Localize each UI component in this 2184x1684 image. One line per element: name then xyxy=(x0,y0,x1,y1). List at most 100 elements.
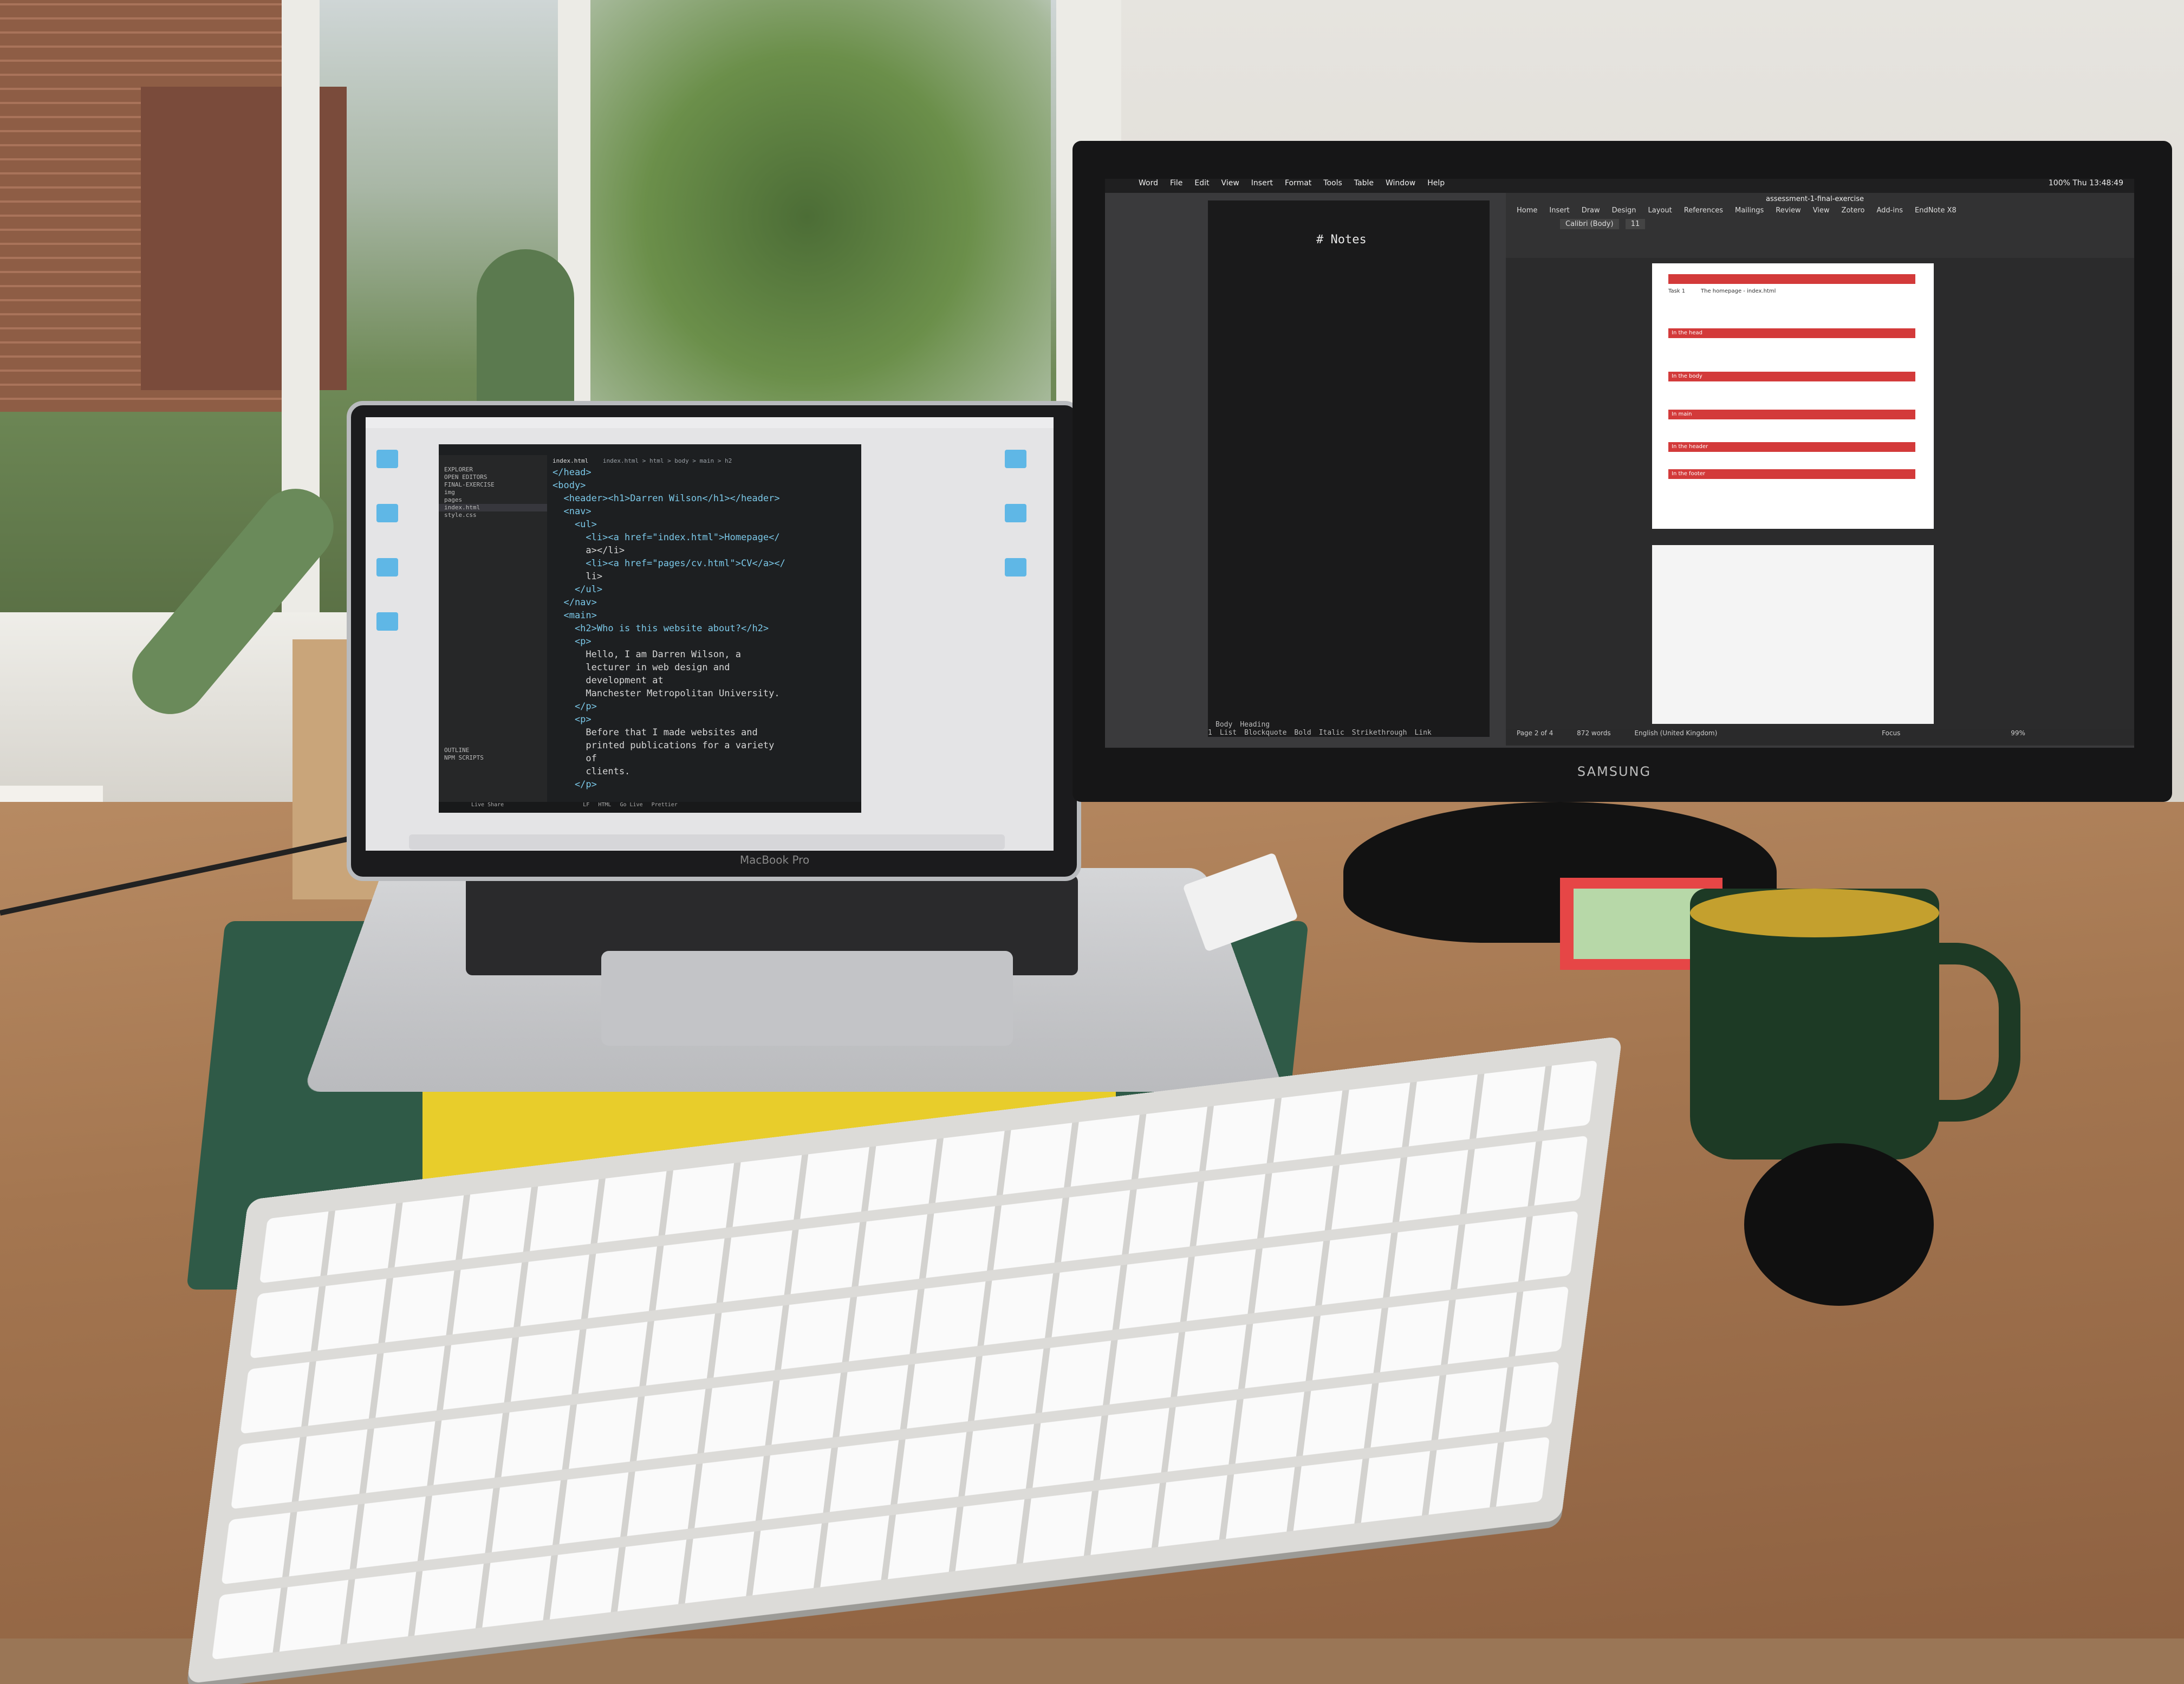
sidebar-item[interactable]: index.html xyxy=(439,504,547,511)
folder-icon[interactable] xyxy=(1005,504,1026,522)
document-page[interactable] xyxy=(1652,545,1934,724)
sidebar-item[interactable]: img xyxy=(439,489,547,496)
ribbon-tab[interactable]: Layout xyxy=(1648,206,1672,215)
format-button[interactable]: Body xyxy=(1216,721,1232,729)
menu-item[interactable]: Edit xyxy=(1194,179,1209,187)
code-line[interactable]: lecturer in web design and xyxy=(552,661,856,674)
menu-item[interactable]: Tools xyxy=(1323,179,1342,187)
ribbon-tab[interactable]: Home xyxy=(1517,206,1537,215)
code-line[interactable]: </p> xyxy=(552,700,856,713)
code-line[interactable]: </p> xyxy=(552,778,856,791)
dock[interactable] xyxy=(409,834,1005,850)
code-line[interactable]: <body> xyxy=(552,479,856,492)
notes-app[interactable]: # Notes Body Heading 1 List Blockquote Bold I… xyxy=(1208,200,1490,737)
code-line[interactable]: development at xyxy=(552,674,856,687)
code-line[interactable]: printed publications for a variety xyxy=(552,739,856,752)
folder-icon[interactable] xyxy=(376,558,398,577)
sidebar-item[interactable]: OUTLINE xyxy=(439,747,547,754)
laptop-menubar xyxy=(366,417,1054,428)
ribbon-tab[interactable]: References xyxy=(1684,206,1723,215)
document-title: assessment-1-final-exercise xyxy=(1766,195,1864,203)
go-live-button[interactable]: Go Live xyxy=(620,802,642,808)
ribbon-tab[interactable]: Insert xyxy=(1549,206,1569,215)
status-item: HTML xyxy=(598,802,612,808)
format-button[interactable]: Link xyxy=(1414,729,1431,737)
format-button[interactable]: Strikethrough xyxy=(1352,729,1407,737)
format-button[interactable]: Bold xyxy=(1294,729,1311,737)
notes-heading[interactable]: # Notes xyxy=(1316,233,1367,247)
menu-item[interactable]: Format xyxy=(1285,179,1311,187)
format-button[interactable]: List xyxy=(1220,729,1237,737)
code-line[interactable]: Hello, I am Darren Wilson, a xyxy=(552,648,856,661)
folder-icon[interactable] xyxy=(376,612,398,631)
focus-button[interactable]: Focus xyxy=(1882,729,1900,737)
ribbon-tab[interactable]: Review xyxy=(1776,206,1800,215)
ribbon-tab[interactable]: EndNote X8 xyxy=(1915,206,1956,215)
folder-icon[interactable] xyxy=(1005,450,1026,468)
mouse[interactable] xyxy=(1744,1143,1934,1306)
sidebar-item[interactable]: style.css xyxy=(439,511,547,519)
ribbon-tab[interactable]: Design xyxy=(1612,206,1636,215)
font-size-select[interactable]: 11 xyxy=(1625,219,1646,229)
menu-item[interactable]: Window xyxy=(1386,179,1415,187)
folder-icon[interactable] xyxy=(376,504,398,522)
laptop-brand-label: MacBook Pro xyxy=(739,853,810,866)
word-window[interactable]: assessment-1-final-exercise Home Insert Dr… xyxy=(1506,193,2134,746)
code-line[interactable]: clients. xyxy=(552,765,856,778)
sidebar-item[interactable]: NPM SCRIPTS xyxy=(439,754,547,762)
folder-icon[interactable] xyxy=(376,450,398,468)
code-line[interactable]: <h2>Who is this website about?</h2> xyxy=(552,622,856,635)
sidebar-item[interactable]: FINAL-EXERCISE xyxy=(439,481,547,489)
code-area[interactable]: </head> <body> <header><h1>Darren Wilson<… xyxy=(552,466,856,791)
ribbon-tab[interactable]: Mailings xyxy=(1735,206,1764,215)
mug-handle xyxy=(1907,943,2020,1122)
menu-item[interactable]: Table xyxy=(1354,179,1374,187)
highlight-bar: In the footer xyxy=(1668,469,1915,479)
code-line[interactable]: a></li> xyxy=(552,544,856,557)
ribbon-tabs: Home Insert Draw Design Layout References Mail… xyxy=(1506,203,2134,215)
code-line[interactable]: </nav> xyxy=(552,596,856,609)
monitor-screen: Word File Edit View Insert Format Tools Table Wi… xyxy=(1105,179,2134,748)
word-count: 872 words xyxy=(1577,729,1611,737)
format-button[interactable]: Blockquote xyxy=(1244,729,1286,737)
ribbon-tab[interactable]: Add-ins xyxy=(1877,206,1903,215)
explorer-sidebar: EXPLORER OPEN EDITORS FINAL-EXERCISE img… xyxy=(439,455,547,813)
live-share-label[interactable]: Live Share xyxy=(471,802,504,808)
code-line[interactable]: </ul> xyxy=(552,583,856,596)
code-line[interactable]: of xyxy=(552,752,856,765)
laptop-trackpad[interactable] xyxy=(601,951,1013,1046)
document-page[interactable]: Task 1 The homepage - index.html In the … xyxy=(1652,263,1934,529)
code-line[interactable]: <p> xyxy=(552,713,856,726)
menu-item[interactable]: Word xyxy=(1139,179,1158,187)
page-text: The homepage - index.html xyxy=(1701,288,1776,294)
code-line[interactable]: Before that I made websites and xyxy=(552,726,856,739)
code-line[interactable]: <nav> xyxy=(552,505,856,518)
menu-item[interactable]: View xyxy=(1221,179,1239,187)
ribbon-tab[interactable]: Zotero xyxy=(1842,206,1865,215)
menu-item[interactable]: Help xyxy=(1427,179,1445,187)
tab-title[interactable]: index.html xyxy=(552,457,588,464)
font-select[interactable]: Calibri (Body) xyxy=(1560,219,1619,229)
zoom-level[interactable]: 99% xyxy=(2011,729,2025,737)
breadcrumb: index.html > html > body > main > h2 xyxy=(602,457,732,464)
code-line[interactable]: <main> xyxy=(552,609,856,622)
format-button[interactable]: Italic xyxy=(1319,729,1344,737)
menubar-status: 100% Thu 13:48:49 xyxy=(2048,179,2123,187)
code-line[interactable]: </head> xyxy=(552,466,856,479)
sidebar-item[interactable]: OPEN EDITORS xyxy=(439,474,547,481)
ribbon-tab[interactable]: Draw xyxy=(1582,206,1600,215)
code-line[interactable]: <ul> xyxy=(552,518,856,531)
code-line[interactable]: <li><a href="index.html">Homepage</ xyxy=(552,531,856,544)
code-line[interactable]: <header><h1>Darren Wilson</h1></header> xyxy=(552,492,856,505)
code-editor-window[interactable]: EXPLORER OPEN EDITORS FINAL-EXERCISE img… xyxy=(439,444,861,813)
code-line[interactable]: Manchester Metropolitan University. xyxy=(552,687,856,700)
code-line[interactable]: <p> xyxy=(552,635,856,648)
ribbon-tab[interactable]: View xyxy=(1813,206,1830,215)
menu-item[interactable]: File xyxy=(1170,179,1182,187)
code-line[interactable]: <li><a href="pages/cv.html">CV</a></ xyxy=(552,557,856,570)
menu-item[interactable]: Insert xyxy=(1251,179,1273,187)
code-line[interactable]: li> xyxy=(552,570,856,583)
folder-icon[interactable] xyxy=(1005,558,1026,577)
highlight-bar: In the header xyxy=(1668,442,1915,452)
sidebar-item[interactable]: pages xyxy=(439,496,547,504)
